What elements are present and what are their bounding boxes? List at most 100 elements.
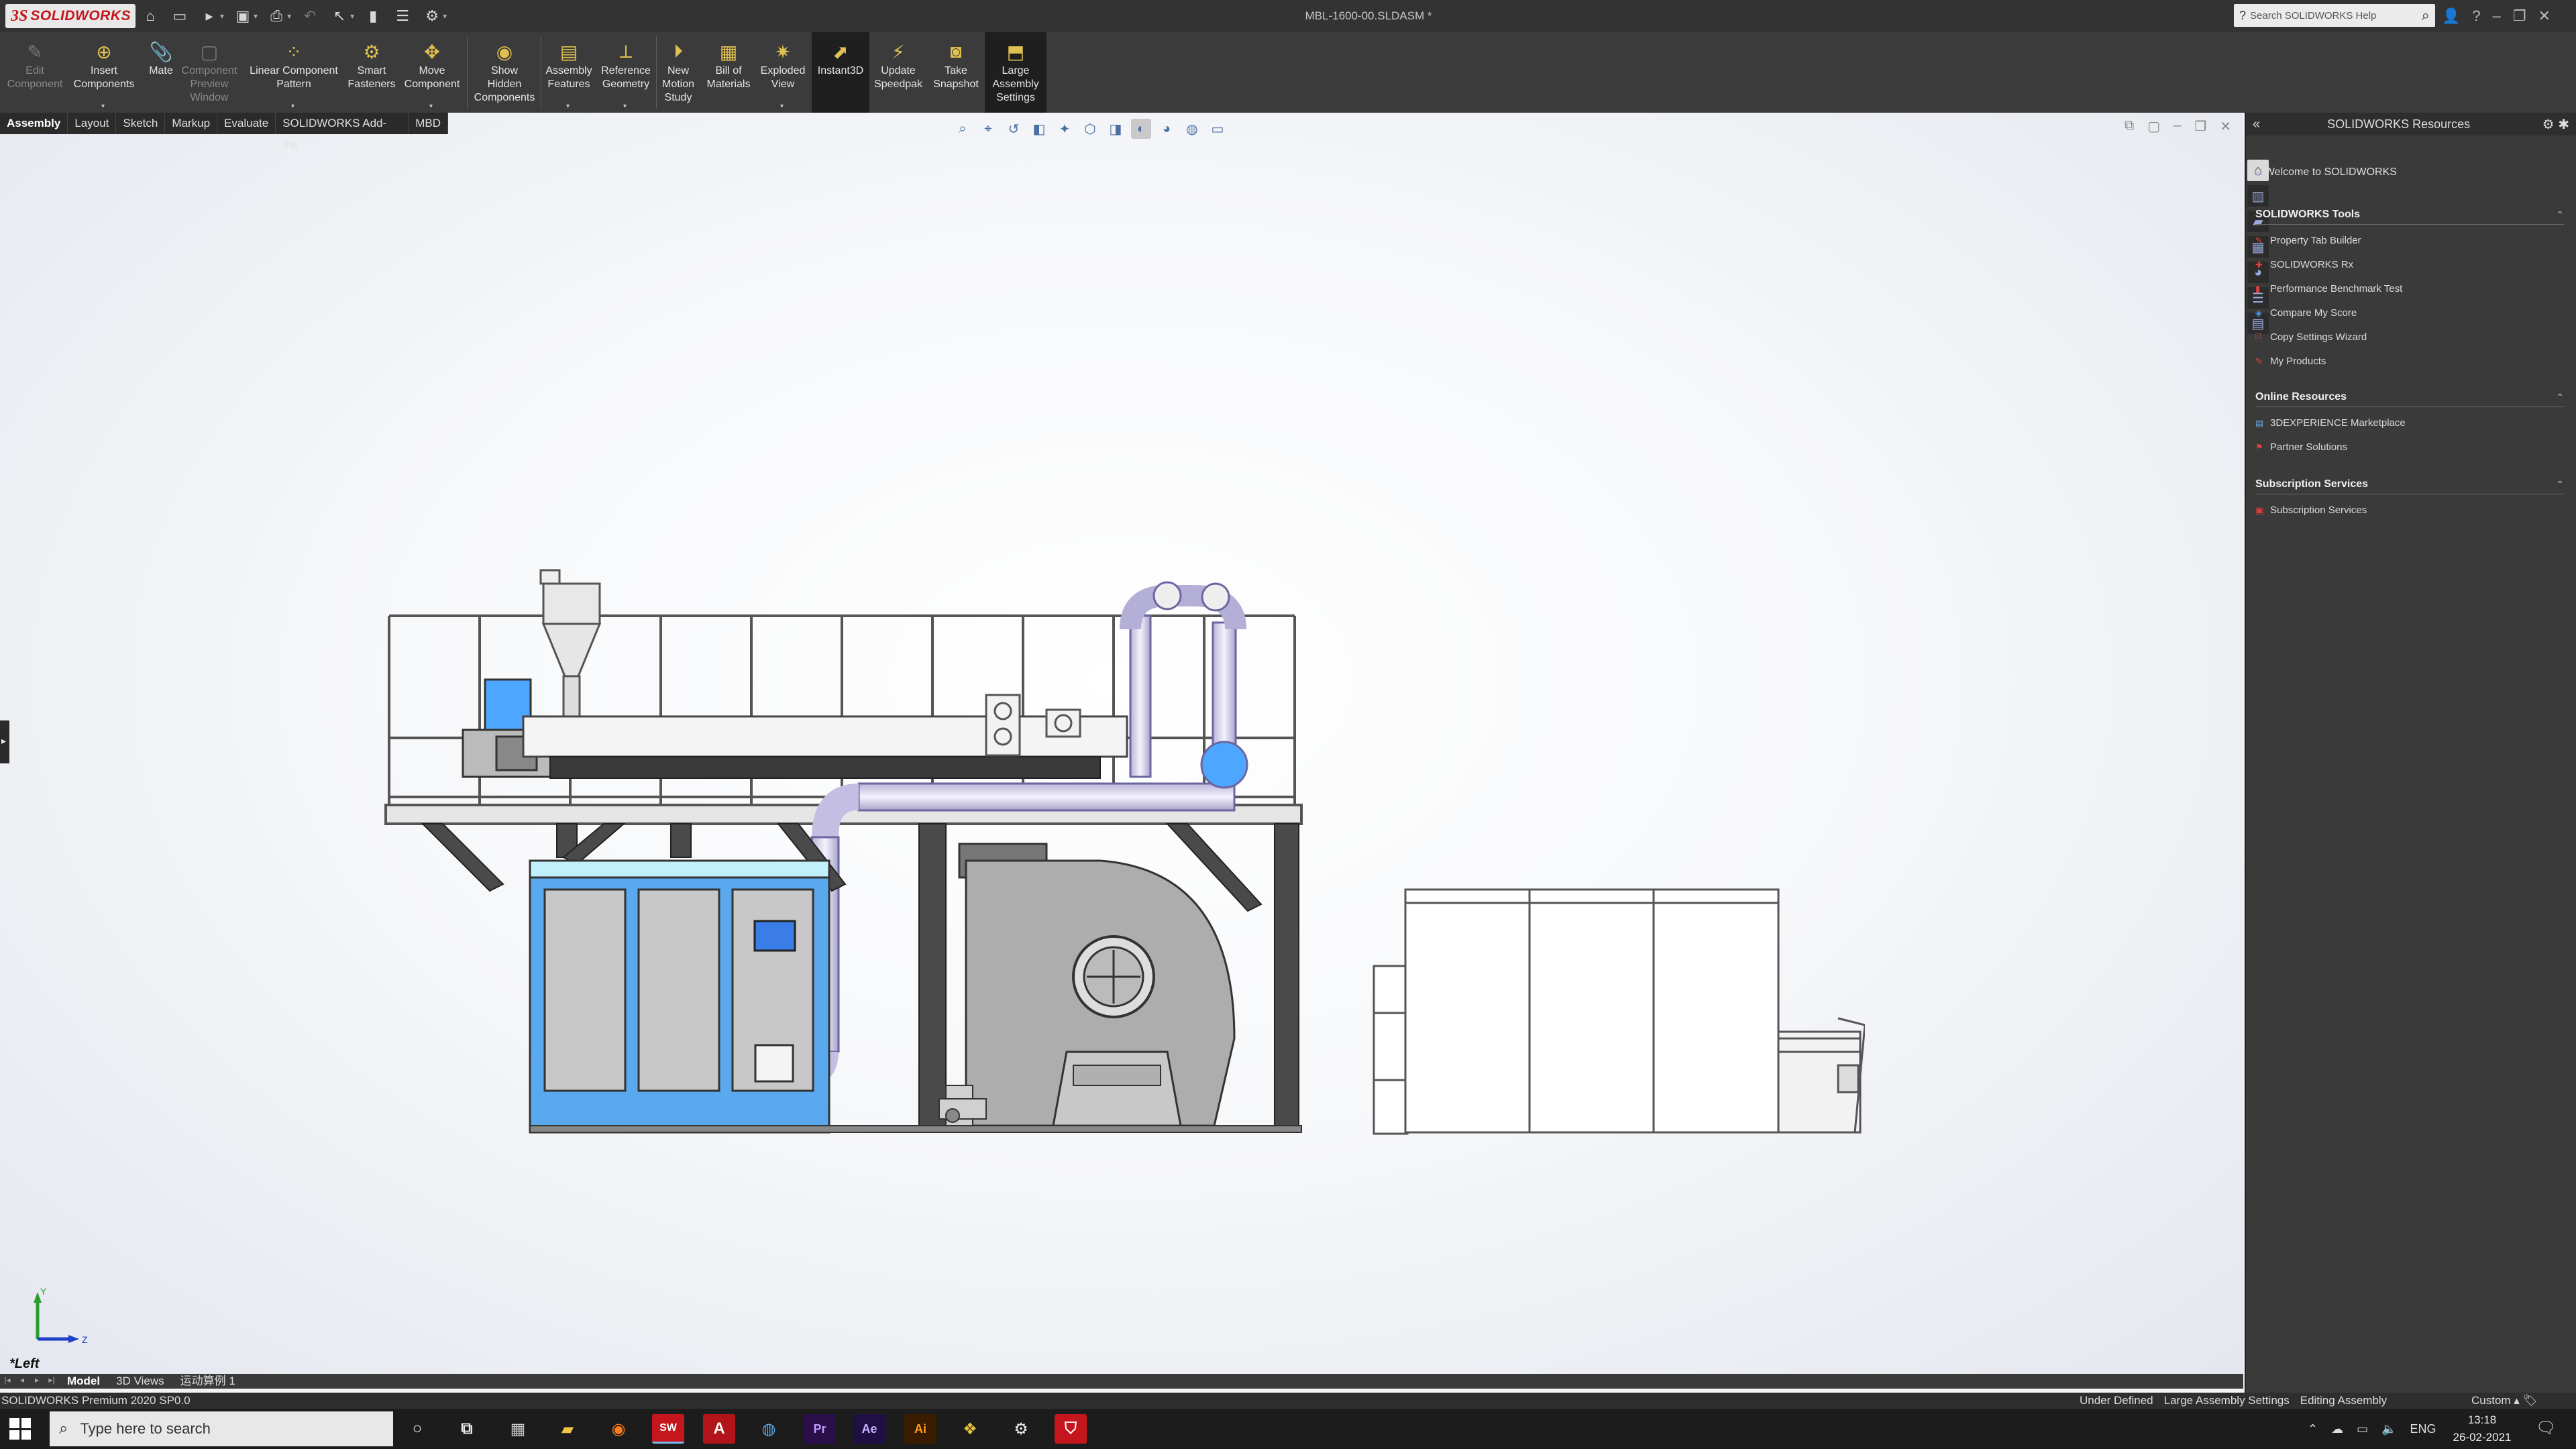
task-pane-settings-icon[interactable]: ⚙ ✱ xyxy=(2542,116,2569,133)
section-view-icon[interactable]: ◧ xyxy=(1029,119,1049,139)
large-assembly-mode[interactable]: Large Assembly Settings xyxy=(2164,1394,2290,1407)
mate-button[interactable]: 📎 Mate xyxy=(141,32,181,113)
open-folder-icon[interactable]: ▸ xyxy=(199,5,220,27)
graphics-area[interactable]: ⌕ ⌖ ↺ ◧ ✦ ⬡ ◨ ◐ ◕ ◍ ▭ ⧉ ▢ – ❐ ✕ Assembly… xyxy=(0,113,2243,1374)
display-style-icon[interactable]: ◨ xyxy=(1106,119,1126,139)
feature-manager-handle[interactable]: ▸ xyxy=(0,720,9,763)
insert-components-button[interactable]: ⊕ Insert Components ▾ xyxy=(67,32,141,113)
tab-evaluate[interactable]: Evaluate xyxy=(217,113,276,134)
view-settings-icon[interactable]: ▭ xyxy=(1208,119,1228,139)
new-motion-study-button[interactable]: ⏵ New Motion Study xyxy=(657,32,699,113)
save-icon[interactable]: ▣ xyxy=(232,5,254,27)
list-item[interactable]: ✎ Property Tab Builder xyxy=(2255,229,2564,253)
tab-assembly[interactable]: Assembly xyxy=(0,113,68,134)
list-item[interactable]: ⚑ Partner Solutions xyxy=(2255,435,2564,460)
viewport-float-icon[interactable]: ▢ xyxy=(2147,118,2160,135)
tray-overflow-icon[interactable]: ⌃ xyxy=(2308,1422,2318,1436)
design-library-icon[interactable]: ▥ xyxy=(2247,185,2269,207)
zoom-to-area-icon[interactable]: ⌖ xyxy=(978,119,998,139)
view-orientation-icon[interactable]: ⬡ xyxy=(1080,119,1100,139)
units-selector[interactable]: Custom ▴ 🏷 xyxy=(2471,1394,2537,1407)
tab-motion-study[interactable]: 运动算例 1 xyxy=(172,1374,244,1389)
viewport-close-icon[interactable]: ✕ xyxy=(2220,118,2231,135)
undo-icon[interactable]: ↶ xyxy=(299,5,321,27)
assembly-features-button[interactable]: ▤ Assembly Features ▾ xyxy=(542,32,596,113)
zoom-to-fit-icon[interactable]: ⌕ xyxy=(953,119,973,139)
search-icon[interactable]: ⌕ xyxy=(2422,7,2430,24)
section-header[interactable]: SOLIDWORKS Tools ⌃ xyxy=(2255,207,2564,223)
component-preview-window-button[interactable]: ▢ Component Preview Window xyxy=(176,32,243,113)
tab-sketch[interactable]: Sketch xyxy=(116,113,166,134)
update-speedpak-button[interactable]: ⚡ Update Speedpak xyxy=(869,32,927,113)
tag-icon[interactable]: 🏷 xyxy=(2523,1394,2538,1407)
move-component-button[interactable]: ✥ Move Component ▾ xyxy=(398,32,466,113)
hide-show-items-icon[interactable]: ◐ xyxy=(1131,119,1151,139)
minimize-icon[interactable]: – xyxy=(2493,7,2501,25)
file-explorer-app-icon[interactable]: ▰ xyxy=(551,1414,584,1444)
collapse-pane-icon[interactable]: « xyxy=(2253,117,2260,132)
apply-scene-icon[interactable]: ◍ xyxy=(1182,119,1202,139)
insert-components-dropdown-icon[interactable]: ▾ xyxy=(101,103,105,110)
viewport-split-icon[interactable]: ⧉ xyxy=(2125,118,2134,135)
list-item[interactable]: ◈ Compare My Score xyxy=(2255,301,2564,325)
cortana-icon[interactable]: ○ xyxy=(401,1414,433,1444)
edit-appearance-icon[interactable]: ◕ xyxy=(1157,119,1177,139)
premiere-app-icon[interactable]: Pr xyxy=(804,1414,836,1444)
section-header[interactable]: Online Resources ⌃ xyxy=(2255,389,2564,405)
windows-start-icon[interactable] xyxy=(9,1418,31,1440)
file-properties-icon[interactable]: ☰ xyxy=(392,5,413,27)
close-icon[interactable]: ✕ xyxy=(2538,7,2551,25)
language-indicator[interactable]: ENG xyxy=(2410,1422,2436,1436)
solidworks-logo[interactable]: 3S SOLIDWORKS xyxy=(5,4,136,28)
after-effects-app-icon[interactable]: Ae xyxy=(853,1414,885,1444)
collapse-section-icon[interactable]: ⌃ xyxy=(2556,209,2564,221)
autocad-app-icon[interactable]: A xyxy=(703,1414,735,1444)
linear-pattern-dropdown-icon[interactable]: ▾ xyxy=(291,103,294,110)
section-header[interactable]: Subscription Services ⌃ xyxy=(2255,476,2564,492)
large-assembly-settings-button[interactable]: ⬒ Large Assembly Settings xyxy=(985,32,1046,113)
keyshot-app-icon[interactable]: ❖ xyxy=(954,1414,986,1444)
open-dropdown-icon[interactable]: ▾ xyxy=(220,11,224,21)
illustrator-app-icon[interactable]: Ai xyxy=(904,1414,936,1444)
print-icon[interactable]: ⎙ xyxy=(266,5,287,27)
welcome-link[interactable]: ⌂ Welcome to SOLIDWORKS xyxy=(2255,166,2397,178)
system-clock[interactable]: 13:18 26-02-2021 xyxy=(2442,1411,2522,1446)
tab-markup[interactable]: Markup xyxy=(165,113,218,134)
exploded-view-dropdown-icon[interactable]: ▾ xyxy=(780,103,784,110)
prev-tab-icon[interactable]: ◂ xyxy=(15,1375,30,1387)
save-dropdown-icon[interactable]: ▾ xyxy=(254,11,258,21)
help-search-box[interactable]: ? Search SOLIDWORKS Help ⌕ xyxy=(2234,4,2435,27)
assembly-model[interactable] xyxy=(362,555,1865,1146)
taskbar-search-box[interactable]: ⌕ Type here to search xyxy=(50,1411,393,1446)
select-arrow-icon[interactable]: ↖ xyxy=(329,5,350,27)
print-dropdown-icon[interactable]: ▾ xyxy=(287,11,291,21)
user-icon[interactable]: 👤 xyxy=(2442,7,2460,25)
reference-geometry-button[interactable]: ⟂ Reference Geometry ▾ xyxy=(596,32,656,113)
tab-mbd[interactable]: MBD xyxy=(409,113,448,134)
network-icon[interactable]: ▭ xyxy=(2357,1422,2368,1436)
move-component-dropdown-icon[interactable]: ▾ xyxy=(429,103,433,110)
edit-component-button[interactable]: ✎ Edit Component xyxy=(7,32,63,113)
calculator-app-icon[interactable]: ▦ xyxy=(502,1414,534,1444)
options-gear-icon[interactable]: ⚙ xyxy=(421,5,443,27)
help-icon[interactable]: ? xyxy=(2472,7,2480,25)
take-snapshot-button[interactable]: ◙ Take Snapshot xyxy=(927,32,985,113)
collapse-section-icon[interactable]: ⌃ xyxy=(2556,479,2564,490)
reference-geometry-dropdown-icon[interactable]: ▾ xyxy=(623,103,627,110)
tab-3d-views[interactable]: 3D Views xyxy=(108,1374,172,1389)
list-item[interactable]: ✎ My Products xyxy=(2255,350,2564,374)
restore-icon[interactable]: ❐ xyxy=(2513,7,2526,25)
speaker-icon[interactable]: 🔈 xyxy=(2381,1422,2396,1436)
exploded-view-button[interactable]: ✷ Exploded View ▾ xyxy=(754,32,812,113)
bill-of-materials-button[interactable]: ▦ Bill of Materials xyxy=(699,32,758,113)
collapse-section-icon[interactable]: ⌃ xyxy=(2556,392,2564,403)
viewport-minimize-icon[interactable]: – xyxy=(2174,118,2181,135)
list-item[interactable]: ⎘ Copy Settings Wizard xyxy=(2255,325,2564,350)
viewport-restore-icon[interactable]: ❐ xyxy=(2194,118,2206,135)
home-icon[interactable]: ⌂ xyxy=(140,5,161,27)
last-tab-icon[interactable]: ▸| xyxy=(44,1375,59,1387)
acrobat-app-icon[interactable]: ⛉ xyxy=(1055,1414,1087,1444)
instant3d-button[interactable]: ⬈ Instant3D xyxy=(812,32,869,113)
chrome-app-icon[interactable]: ◍ xyxy=(753,1414,785,1444)
list-item[interactable]: ▮ Performance Benchmark Test xyxy=(2255,277,2564,301)
